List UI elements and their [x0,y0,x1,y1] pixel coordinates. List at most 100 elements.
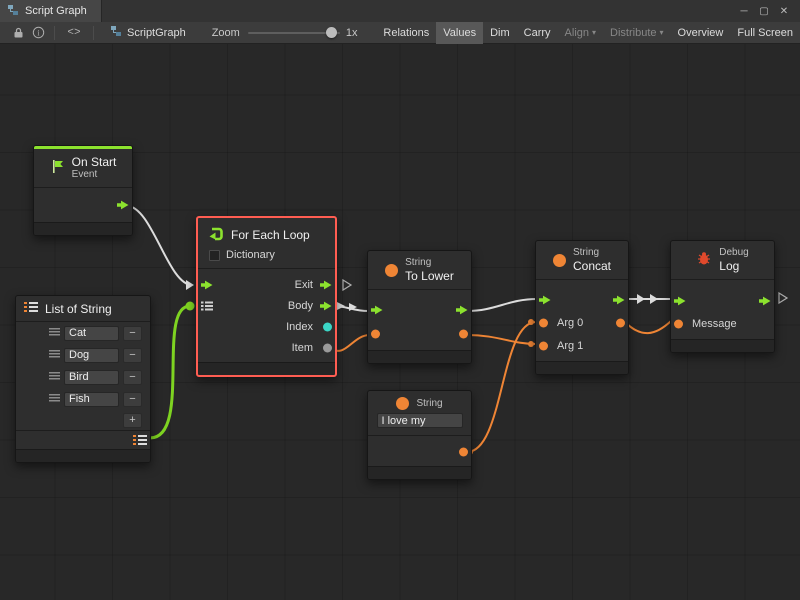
node-footer [198,362,335,375]
node-string-literal[interactable]: String I love my [367,390,472,480]
wire-tolower-to-arg1[interactable] [467,335,536,344]
node-category: String [573,247,611,259]
code-view-icon[interactable]: <> [61,22,87,44]
wire-end-dot [528,319,534,325]
node-category: String [416,398,442,409]
string-type-icon [385,264,398,277]
overview-button[interactable]: Overview [671,22,731,44]
string-input-port[interactable] [371,330,380,339]
node-title: On Start [72,155,117,169]
index-output-port[interactable] [323,322,332,331]
align-button[interactable]: Align ▾ [558,22,603,44]
dictionary-checkbox[interactable] [209,250,220,261]
node-on-start[interactable]: On Start Event [33,145,133,236]
list-item-input[interactable]: Cat [64,326,119,341]
remove-item-button[interactable]: − [123,348,142,363]
string-type-icon [396,397,409,410]
arg1-input-port[interactable] [539,341,548,350]
carry-button[interactable]: Carry [517,22,558,44]
flow-in-port[interactable] [371,305,383,315]
list-item-row: Dog − [16,344,150,366]
result-output-port[interactable] [616,318,625,327]
loop-icon [206,226,224,245]
window-tab-script-graph[interactable]: Script Graph [0,0,102,22]
message-input-port[interactable] [674,319,683,328]
node-title: Log [719,259,748,273]
dim-button[interactable]: Dim [483,22,517,44]
string-output-port[interactable] [459,448,468,457]
arg0-input-port[interactable] [539,318,548,327]
node-category: String [405,257,454,269]
list-item-value: Fish [69,393,90,405]
node-footer [536,361,628,374]
info-icon[interactable]: i [28,22,48,44]
flow-out-port[interactable] [759,296,771,306]
lock-icon[interactable] [8,22,28,44]
list-item-icon [49,393,60,405]
svg-text:i: i [37,28,40,37]
zoom-slider-knob[interactable] [326,27,337,38]
port-row: Body [198,295,335,316]
wire-end-dot [528,341,534,347]
arg0-label: Arg 0 [557,317,583,329]
list-item-row: Cat − [16,322,150,344]
fullscreen-button[interactable]: Full Screen [730,22,800,44]
distribute-button[interactable]: Distribute ▾ [603,22,670,44]
node-for-each-loop[interactable]: For Each Loop Dictionary Exit [196,216,337,377]
flow-out-port[interactable] [613,295,625,305]
node-debug-log[interactable]: Debug Log Message [670,240,775,353]
string-output-port[interactable] [459,330,468,339]
zoom-slider[interactable] [248,22,340,44]
arg1-label: Arg 1 [557,340,583,352]
port-row [34,192,132,218]
node-string-concat[interactable]: String Concat Arg 0 [535,240,629,375]
node-title: For Each Loop [231,228,310,242]
toolbar-buttons: Relations Values Dim Carry Align ▾ Distr… [376,22,800,44]
list-item-input[interactable]: Dog [64,348,119,363]
breadcrumb[interactable]: ScriptGraph [110,25,186,40]
values-button[interactable]: Values [436,22,483,44]
wire-tolower-to-concat-flow[interactable] [467,299,537,311]
add-item-row: + [16,410,150,430]
script-graph-window: Script Graph ─ ▢ ✕ i <> ScriptGraph Zoom [0,0,800,600]
align-label: Align [565,27,589,39]
log-predict-arrow [779,293,787,303]
script-graph-icon [7,4,19,19]
flow-out-port[interactable] [456,305,468,315]
port-row [16,431,150,449]
flow-in-port[interactable] [201,280,213,290]
wire-concat-to-message[interactable] [625,321,671,333]
window-controls: ─ ▢ ✕ [736,0,800,22]
list-item-input[interactable]: Fish [64,392,119,407]
flow-in-port[interactable] [539,295,551,305]
node-string-to-lower[interactable]: String To Lower [367,250,472,364]
chevron-down-icon: ▾ [660,29,664,37]
exit-predict-arrow [343,280,351,290]
minimize-button[interactable]: ─ [736,6,752,17]
relations-button[interactable]: Relations [376,22,436,44]
list-in-port[interactable] [201,300,213,311]
item-output-port[interactable] [323,343,332,352]
add-item-button[interactable]: + [123,413,142,428]
remove-item-button[interactable]: − [123,370,142,385]
breadcrumb-label: ScriptGraph [127,27,186,39]
remove-item-button[interactable]: − [123,326,142,341]
maximize-button[interactable]: ▢ [756,6,772,17]
wire-literal-to-arg0[interactable] [467,322,536,452]
list-item-input[interactable]: Bird [64,370,119,385]
exit-flow-out-port[interactable] [320,280,332,290]
wire-onstart-to-foreach[interactable] [127,206,192,285]
flow-out-port[interactable] [117,200,129,210]
node-footer [671,339,774,352]
zoom-label: Zoom [212,27,240,39]
flow-in-port[interactable] [674,296,686,306]
graph-canvas[interactable]: On Start Event List of String [0,44,800,600]
remove-item-button[interactable]: − [123,392,142,407]
list-output-port[interactable] [133,434,147,446]
wire-list-to-foreach[interactable] [150,306,190,438]
node-list-of-string[interactable]: List of String Cat − Dog − Bird − [15,295,151,463]
string-literal-input[interactable]: I love my [377,413,463,428]
body-flow-out-port[interactable] [320,301,332,311]
close-button[interactable]: ✕ [776,6,792,17]
chevron-down-icon: ▾ [592,29,596,37]
